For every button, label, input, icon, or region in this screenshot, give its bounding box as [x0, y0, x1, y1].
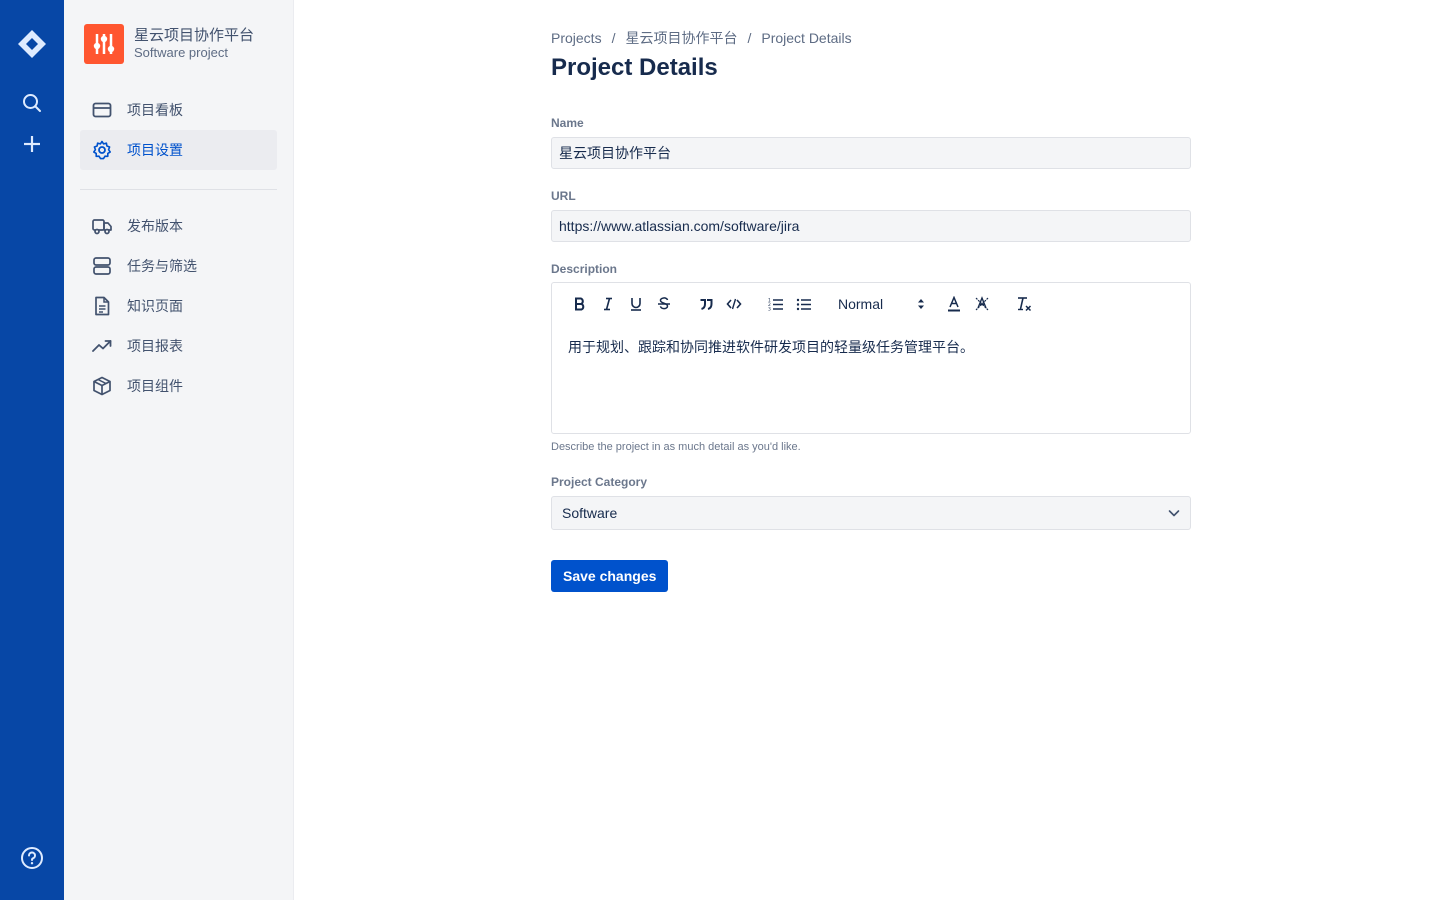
bold-icon[interactable] — [566, 293, 594, 315]
project-type: Software project — [134, 45, 228, 60]
sidebar-item-board[interactable]: 项目看板 — [80, 90, 277, 130]
sidebar-item-label: 知识页面 — [127, 298, 183, 314]
sidebar-item-issues[interactable]: 任务与筛选 — [80, 246, 277, 286]
italic-icon[interactable] — [594, 293, 622, 315]
underline-icon[interactable] — [622, 293, 650, 315]
sort-arrows-icon — [918, 299, 924, 309]
search-icon[interactable] — [0, 92, 64, 114]
sidebar-item-label: 项目看板 — [127, 102, 183, 118]
project-sidebar: 星云项目协作平台 Software project 项目看板 项目设置 发布版本 — [64, 0, 294, 900]
text-style-select[interactable]: Normal — [838, 296, 926, 312]
breadcrumb-project[interactable]: 星云项目协作平台 — [625, 30, 737, 46]
plus-icon[interactable] — [0, 133, 64, 155]
sliders-icon — [93, 34, 115, 54]
truck-icon — [92, 216, 112, 236]
highlight-icon[interactable] — [968, 293, 996, 315]
package-icon — [92, 376, 112, 396]
global-nav — [0, 0, 64, 900]
editor-toolbar: 123 Normal — [566, 293, 1038, 315]
breadcrumb: Projects / 星云项目协作平台 / Project Details — [551, 28, 852, 48]
sidebar-divider — [80, 189, 277, 190]
sidebar-item-releases[interactable]: 发布版本 — [80, 206, 277, 246]
code-icon[interactable] — [720, 293, 748, 315]
document-icon — [92, 296, 112, 316]
trending-icon — [92, 336, 112, 356]
save-button[interactable]: Save changes — [551, 560, 669, 592]
sidebar-item-label: 任务与筛选 — [127, 258, 197, 274]
ordered-list-icon[interactable]: 123 — [762, 293, 790, 315]
sidebar-item-pages[interactable]: 知识页面 — [80, 286, 277, 326]
description-label: Description — [551, 262, 618, 276]
sidebar-item-settings[interactable]: 项目设置 — [80, 130, 277, 170]
url-input[interactable] — [551, 210, 1191, 242]
sidebar-primary-nav: 项目看板 项目设置 — [80, 90, 277, 170]
category-select[interactable]: Software — [551, 496, 1191, 530]
breadcrumb-current[interactable]: Project Details — [761, 30, 851, 46]
clear-format-icon[interactable] — [1010, 293, 1038, 315]
url-label: URL — [551, 189, 576, 203]
category-label: Project Category — [551, 475, 648, 489]
svg-text:3: 3 — [768, 307, 771, 312]
chevron-down-icon — [1168, 510, 1180, 517]
sidebar-item-label: 项目组件 — [127, 378, 183, 394]
board-icon — [92, 100, 112, 120]
project-header[interactable]: 星云项目协作平台 Software project — [84, 24, 254, 64]
jira-logo-icon[interactable] — [0, 28, 64, 60]
sidebar-item-label: 发布版本 — [127, 218, 183, 234]
page-title: Project Details — [551, 54, 718, 81]
description-help-text: Describe the project in as much detail a… — [551, 441, 801, 453]
sidebar-item-label: 项目报表 — [127, 338, 183, 354]
strikethrough-icon[interactable] — [650, 293, 678, 315]
name-label: Name — [551, 116, 584, 130]
sidebar-secondary-nav: 发布版本 任务与筛选 知识页面 项目报表 项目组件 — [80, 206, 277, 406]
name-input[interactable] — [551, 137, 1191, 169]
sidebar-item-reports[interactable]: 项目报表 — [80, 326, 277, 366]
project-name: 星云项目协作平台 — [134, 27, 255, 44]
help-icon[interactable] — [0, 846, 64, 870]
category-value: Software — [562, 505, 618, 521]
sidebar-item-label: 项目设置 — [127, 142, 183, 158]
server-icon — [92, 256, 112, 276]
description-text[interactable]: 用于规划、跟踪和协同推进软件研发项目的轻量级任务管理平台。 — [568, 337, 974, 357]
bullet-list-icon[interactable] — [790, 293, 818, 315]
text-color-icon[interactable] — [940, 293, 968, 315]
description-editor[interactable]: 123 Normal 用于规划、跟踪和协同推进软件研发项目的轻量级任务管理平台。 — [551, 282, 1191, 434]
breadcrumb-projects[interactable]: Projects — [551, 30, 602, 46]
sidebar-item-components[interactable]: 项目组件 — [80, 366, 277, 406]
text-style-value: Normal — [838, 296, 884, 312]
breadcrumb-separator: / — [747, 30, 752, 46]
gear-icon — [92, 140, 112, 160]
project-avatar — [84, 24, 124, 64]
breadcrumb-separator: / — [611, 30, 616, 46]
quote-icon[interactable] — [692, 293, 720, 315]
